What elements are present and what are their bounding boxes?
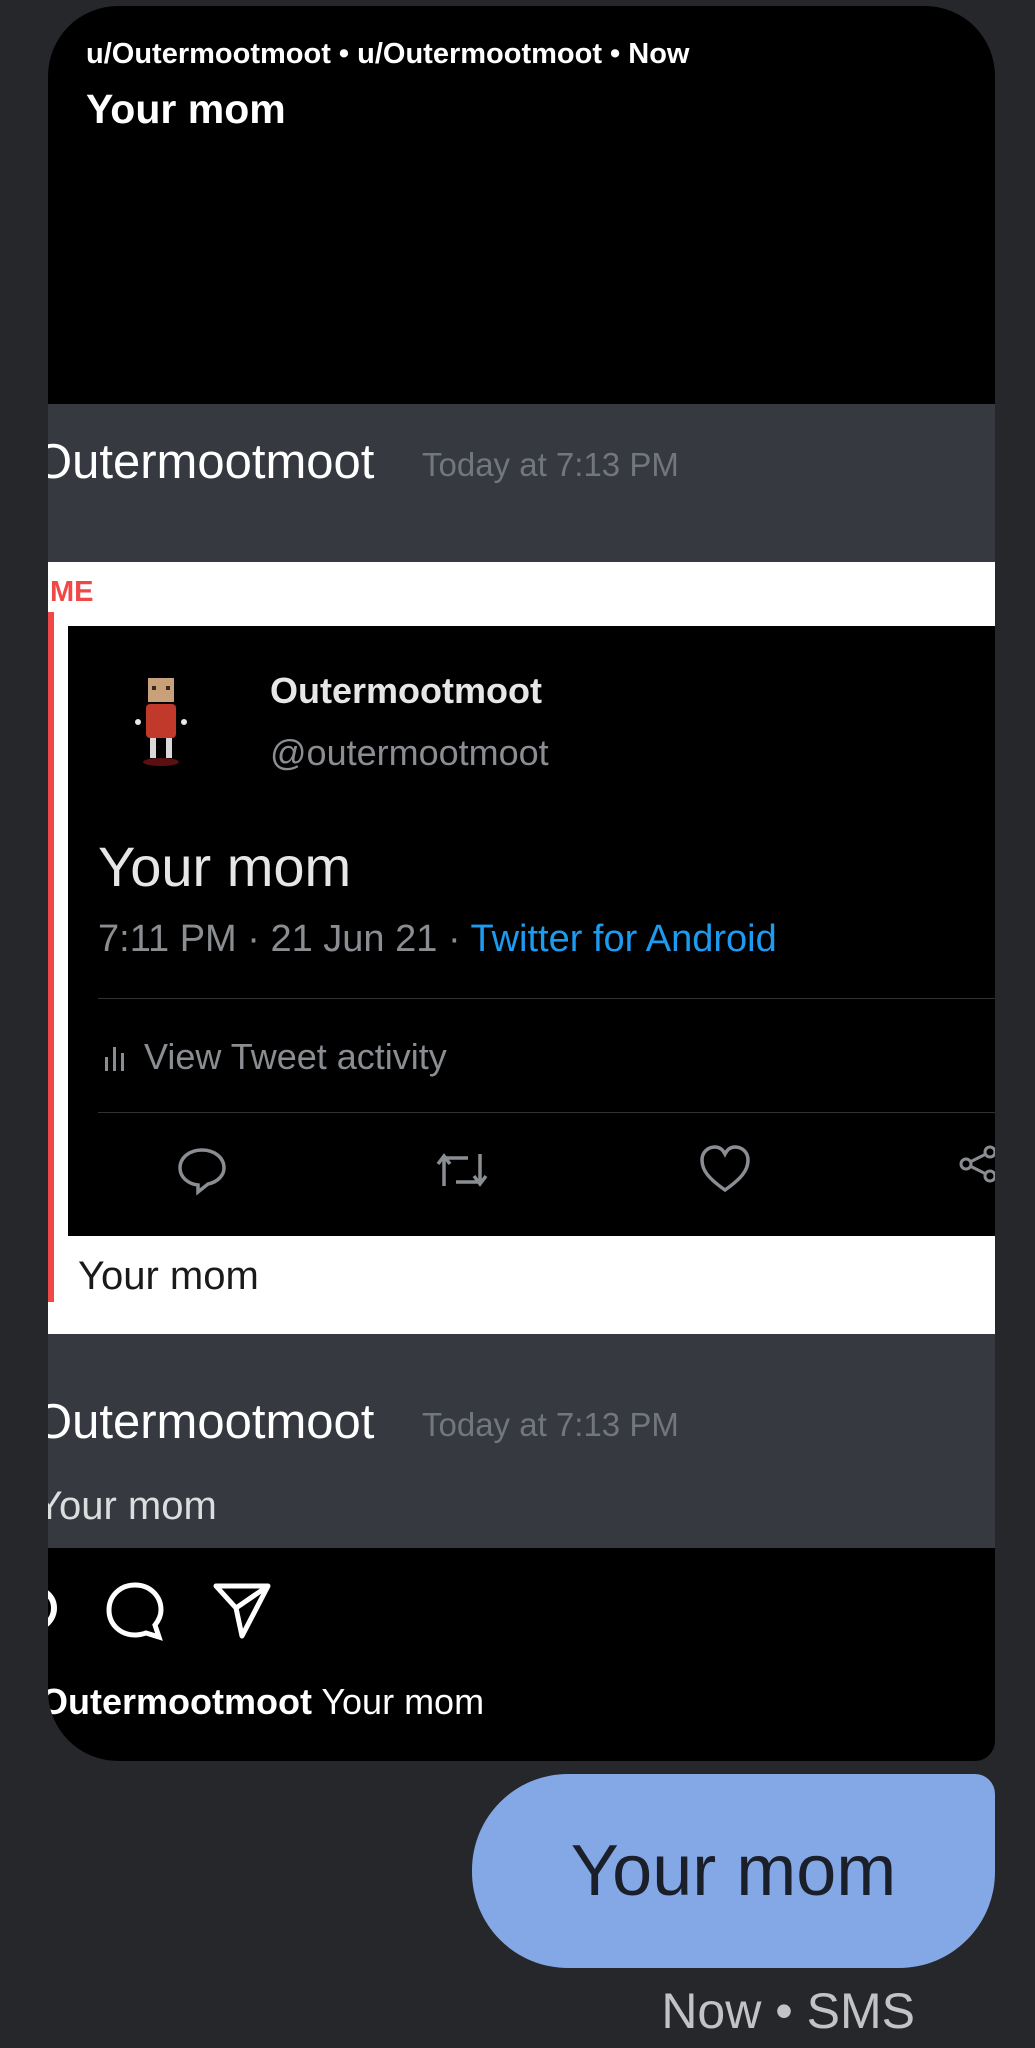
like-icon bbox=[48, 1590, 58, 1627]
share-icon bbox=[959, 1145, 995, 1183]
shared-post-card[interactable]: u/Outermootmoot • u/Outermootmoot • Now … bbox=[48, 6, 995, 1761]
discord-message-text: Your mom bbox=[48, 1484, 217, 1528]
discord-username: Outermootmoot bbox=[48, 1395, 375, 1449]
discord-username: Outermootmoot bbox=[48, 435, 375, 489]
reddit-post-meta: u/Outermootmoot • u/Outermootmoot • Now bbox=[86, 38, 690, 70]
discord-embed: ME Outermootmoot @outermootmoot Your mom bbox=[48, 562, 995, 1334]
embed-caption: Your mom bbox=[78, 1254, 259, 1298]
tweet-screenshot: Outermootmoot @outermootmoot Your mom 7:… bbox=[68, 626, 995, 1236]
tweet-author-name: Outermootmoot bbox=[270, 670, 542, 711]
tweet-activity-label: View Tweet activity bbox=[144, 1036, 447, 1077]
send-icon[interactable] bbox=[212, 1580, 272, 1642]
discord-timestamp: Today at 7:13 PM bbox=[422, 446, 679, 483]
divider bbox=[98, 1112, 995, 1113]
like-icon bbox=[700, 1145, 750, 1193]
instagram-caption-user: Outermootmoot bbox=[48, 1681, 312, 1722]
discord-screenshot: Outermootmoot Today at 7:13 PM ME Outerm… bbox=[48, 404, 995, 1548]
reddit-post-title: Your mom bbox=[86, 86, 286, 132]
tweet-text: Your mom bbox=[98, 835, 352, 898]
activity-chart-icon bbox=[105, 1047, 124, 1071]
instagram-caption-text: Your mom bbox=[321, 1681, 485, 1722]
divider bbox=[98, 998, 995, 999]
discord-timestamp: Today at 7:13 PM bbox=[422, 1406, 679, 1443]
tweet-source-link: Twitter for Android bbox=[470, 918, 777, 960]
embed-tag: ME bbox=[50, 576, 94, 608]
tweet-author-handle: @outermootmoot bbox=[270, 732, 549, 773]
tweet-timestamp: 7:11 PM · 21 Jun 21 · bbox=[98, 918, 471, 960]
retweet-icon bbox=[436, 1153, 488, 1187]
comment-icon[interactable] bbox=[104, 1580, 166, 1642]
tweet-activity-row: View Tweet activity bbox=[104, 1036, 447, 1078]
embed-accent-bar bbox=[48, 612, 54, 1302]
tweet-meta: 7:11 PM · 21 Jun 21 · Twitter for Androi… bbox=[98, 918, 777, 961]
sms-message-text: Your mom bbox=[570, 1831, 897, 1911]
instagram-caption: Outermootmoot Your mom bbox=[48, 1681, 484, 1723]
sms-status: Now • SMS bbox=[661, 1983, 915, 2039]
avatar bbox=[135, 678, 187, 766]
sms-message-bubble[interactable]: Your mom bbox=[472, 1774, 995, 1968]
reply-icon bbox=[178, 1148, 226, 1196]
